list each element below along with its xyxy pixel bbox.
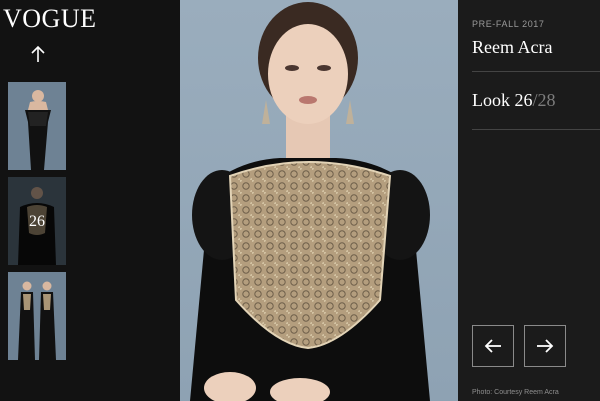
previous-look-button[interactable] [472,325,514,367]
divider [472,129,600,130]
vogue-logo[interactable]: VOGUE [3,6,97,32]
thumbnail-rail: VOGUE 26 [0,0,180,401]
thumbnail-look-prev[interactable] [8,82,66,170]
designer-name[interactable]: Reem Acra [472,37,552,58]
look-total: /28 [532,90,556,110]
next-look-button[interactable] [524,325,566,367]
thumbnail-photo-3 [8,272,66,360]
thumbnail-photo-1 [8,82,66,170]
arrow-left-icon [484,339,501,353]
thumbnail-look-next[interactable] [8,272,66,360]
main-look-image[interactable] [180,0,458,401]
divider [472,71,600,72]
look-info-panel: PRE-FALL 2017 Reem Acra Look 26/28 Photo… [458,0,600,401]
arrow-up-icon[interactable] [28,44,48,64]
model-photo [180,0,458,401]
arrow-right-icon [537,339,554,353]
look-counter: Look 26/28 [472,90,556,111]
vogue-slideshow: VOGUE 26 PRE-FALL 2017 Reem Acra Look 26… [0,0,600,401]
thumbnail-look-number: 26 [29,213,45,230]
look-current: 26 [514,90,533,110]
thumbnail-look-current[interactable]: 26 [8,177,66,265]
collection-label[interactable]: PRE-FALL 2017 [472,19,545,29]
photo-credit: Photo: Courtesy Reem Acra [472,389,559,396]
look-label: Look [472,90,510,110]
